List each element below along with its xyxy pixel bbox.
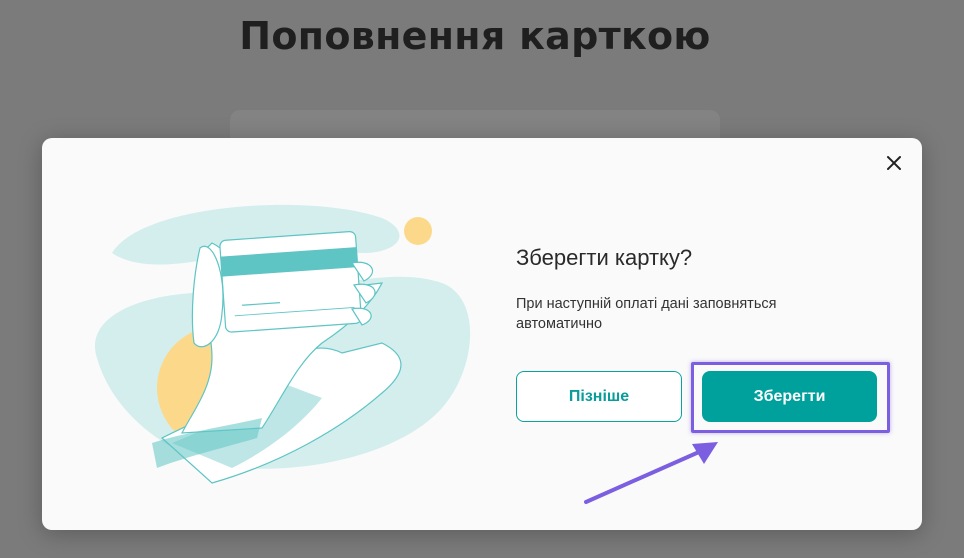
page-title: Поповнення карткою <box>239 14 711 58</box>
card-in-hand-illustration <box>82 193 472 488</box>
close-icon[interactable] <box>884 153 904 173</box>
save-card-dialog: Зберегти картку? При наступній оплаті да… <box>42 138 922 530</box>
save-button[interactable]: Зберегти <box>702 371 877 422</box>
later-button[interactable]: Пізніше <box>516 371 682 422</box>
dialog-description: При наступній оплаті дані заповняться ав… <box>516 296 777 332</box>
dialog-title: Зберегти картку? <box>516 245 693 270</box>
